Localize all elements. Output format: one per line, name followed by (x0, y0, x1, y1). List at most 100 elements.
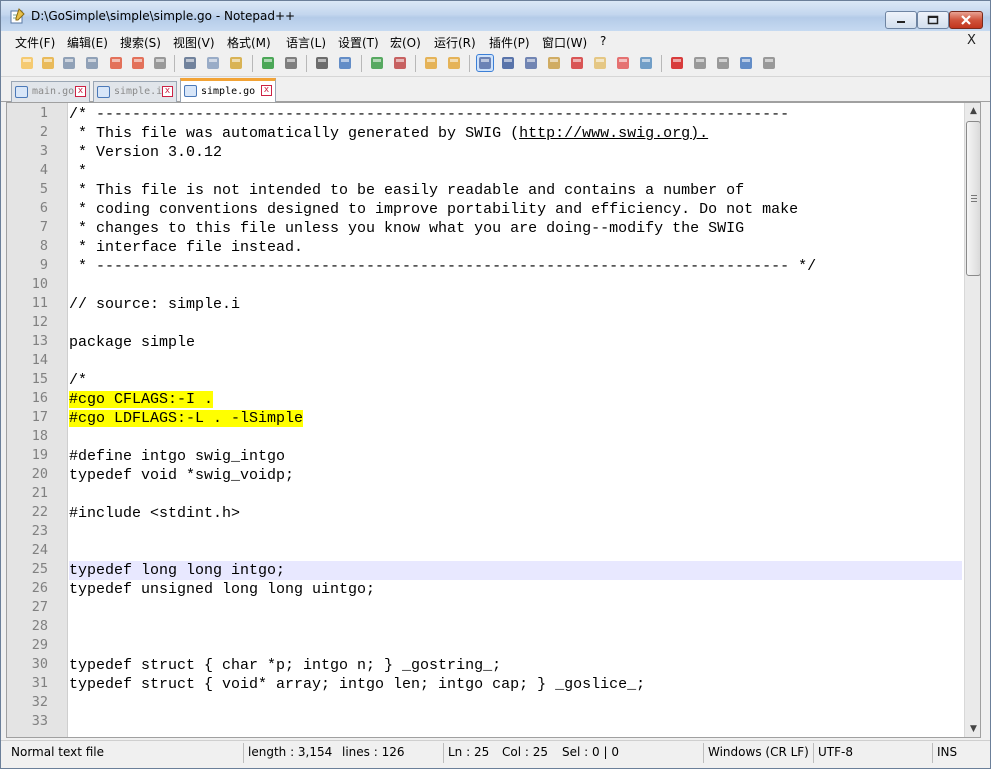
code-line[interactable]: /* (69, 371, 962, 390)
show-all-chars-icon[interactable] (500, 55, 516, 71)
code-line[interactable]: typedef void *swig_voidp; (69, 466, 962, 485)
word-wrap-icon[interactable] (476, 54, 494, 72)
replace-icon[interactable] (337, 55, 353, 71)
menu-edit[interactable]: 编辑(E) (67, 34, 108, 51)
code-line[interactable] (69, 314, 962, 333)
code-line[interactable] (69, 542, 962, 561)
menu-window[interactable]: 窗口(W) (542, 34, 587, 51)
menu-macro[interactable]: 宏(O) (390, 34, 421, 51)
menu-language[interactable]: 语言(L) (286, 34, 326, 51)
menu-settings[interactable]: 设置(T) (338, 34, 379, 51)
code-line[interactable] (69, 352, 962, 371)
code-line[interactable] (69, 276, 962, 295)
code-line[interactable]: * This file is not intended to be easily… (69, 181, 962, 200)
folder-workspace-icon[interactable] (592, 55, 608, 71)
function-list-icon[interactable] (569, 55, 585, 71)
code-line[interactable]: // source: simple.i (69, 295, 962, 314)
doc-map-icon[interactable] (546, 55, 562, 71)
scroll-up-icon[interactable]: ▲ (966, 103, 980, 119)
code-line[interactable] (69, 485, 962, 504)
open-file-icon[interactable] (40, 55, 56, 71)
close-icon[interactable] (108, 55, 124, 71)
minimize-button[interactable] (885, 11, 917, 29)
menu-search[interactable]: 搜索(S) (120, 34, 161, 51)
macro-save-icon[interactable] (761, 55, 777, 71)
code-line[interactable]: typedef struct { char *p; intgo n; } _go… (69, 656, 962, 675)
title-bar[interactable]: D:\GoSimple\simple\simple.go - Notepad++ (1, 1, 990, 31)
paste-icon[interactable] (228, 55, 244, 71)
code-line[interactable]: #define intgo swig_intgo (69, 447, 962, 466)
tab-simple-go[interactable]: simple.go x (180, 78, 276, 103)
code-line[interactable] (69, 523, 962, 542)
close-document-button[interactable]: X (967, 33, 976, 48)
code-line[interactable]: #cgo CFLAGS:-I . (69, 390, 962, 409)
code-line[interactable]: #cgo LDFLAGS:-L . -lSimple (69, 409, 962, 428)
tab-close-icon[interactable]: x (261, 85, 272, 96)
tab-close-icon[interactable]: x (162, 86, 173, 97)
redo-icon[interactable] (283, 55, 299, 71)
code-line[interactable]: * changes to this file unless you know w… (69, 219, 962, 238)
code-line[interactable]: package simple (69, 333, 962, 352)
macro-stop-icon[interactable] (692, 55, 708, 71)
copy-icon[interactable] (205, 55, 221, 71)
scrollbar-thumb[interactable] (966, 121, 980, 276)
view-icon[interactable] (638, 55, 654, 71)
sync-horizontal-icon[interactable] (446, 55, 462, 71)
vertical-scrollbar[interactable]: ▲ ▼ (964, 103, 980, 737)
code-view[interactable]: /* -------------------------------------… (69, 103, 964, 737)
status-eol[interactable]: Windows (CR LF) (708, 745, 809, 759)
tab-simple-i[interactable]: simple.i x (93, 81, 177, 102)
url-link[interactable]: http://www.swig.org). (519, 125, 708, 142)
code-line[interactable] (69, 428, 962, 447)
code-line[interactable]: /* -------------------------------------… (69, 105, 962, 124)
monitoring-icon[interactable] (615, 55, 631, 71)
code-line[interactable]: * (69, 162, 962, 181)
zoom-out-icon[interactable] (392, 55, 408, 71)
code-line[interactable] (69, 694, 962, 713)
code-line-current[interactable]: typedef long long intgo; (69, 561, 962, 580)
menu-plugins[interactable]: 插件(P) (489, 34, 530, 51)
close-window-button[interactable] (949, 11, 983, 29)
menu-format[interactable]: 格式(M) (227, 34, 271, 51)
code-line[interactable]: #include <stdint.h> (69, 504, 962, 523)
macro-record-icon[interactable] (669, 55, 685, 71)
code-line[interactable]: typedef struct { void* array; intgo len;… (69, 675, 962, 694)
indent-guide-icon[interactable] (523, 55, 539, 71)
print-icon[interactable] (152, 55, 168, 71)
cut-icon[interactable] (182, 55, 198, 71)
line-number: 33 (31, 713, 48, 729)
save-all-icon[interactable] (84, 55, 100, 71)
macro-run-multiple-icon[interactable] (738, 55, 754, 71)
status-encoding[interactable]: UTF-8 (818, 745, 853, 759)
code-line[interactable]: * --------------------------------------… (69, 257, 962, 276)
menu-file[interactable]: 文件(F) (15, 34, 55, 51)
menu-help[interactable]: ? (600, 34, 606, 48)
code-line[interactable]: typedef unsigned long long uintgo; (69, 580, 962, 599)
line-number-gutter[interactable]: 1 2 3 4 5 6 7 8 9 10 11 12 13 14 15 16 17 18 19 20 21 22 23 24 2… (7, 103, 68, 737)
tab-close-icon[interactable]: x (75, 86, 86, 97)
macro-play-icon[interactable] (715, 55, 731, 71)
tab-main-go[interactable]: main.go x (11, 81, 90, 102)
menu-run[interactable]: 运行(R) (434, 34, 476, 51)
save-icon[interactable] (61, 55, 77, 71)
code-line[interactable]: * interface file instead. (69, 238, 962, 257)
code-line[interactable] (69, 713, 962, 732)
code-line[interactable] (69, 599, 962, 618)
line-number: 14 (31, 352, 48, 368)
code-line[interactable]: * This file was automatically generated … (69, 124, 962, 143)
close-all-icon[interactable] (130, 55, 146, 71)
code-line[interactable]: * Version 3.0.12 (69, 143, 962, 162)
find-icon[interactable] (314, 55, 330, 71)
code-line[interactable]: * coding conventions designed to improve… (69, 200, 962, 219)
maximize-button[interactable] (917, 11, 949, 29)
editor-area[interactable]: 1 2 3 4 5 6 7 8 9 10 11 12 13 14 15 16 17 18 19 20 21 22 23 24 2… (6, 102, 981, 738)
sync-vertical-icon[interactable] (423, 55, 439, 71)
code-line[interactable] (69, 637, 962, 656)
zoom-in-icon[interactable] (369, 55, 385, 71)
menu-view[interactable]: 视图(V) (173, 34, 215, 51)
scroll-down-icon[interactable]: ▼ (966, 721, 980, 737)
undo-icon[interactable] (260, 55, 276, 71)
new-file-icon[interactable] (19, 55, 35, 71)
line-number: 8 (39, 238, 48, 254)
code-line[interactable] (69, 618, 962, 637)
